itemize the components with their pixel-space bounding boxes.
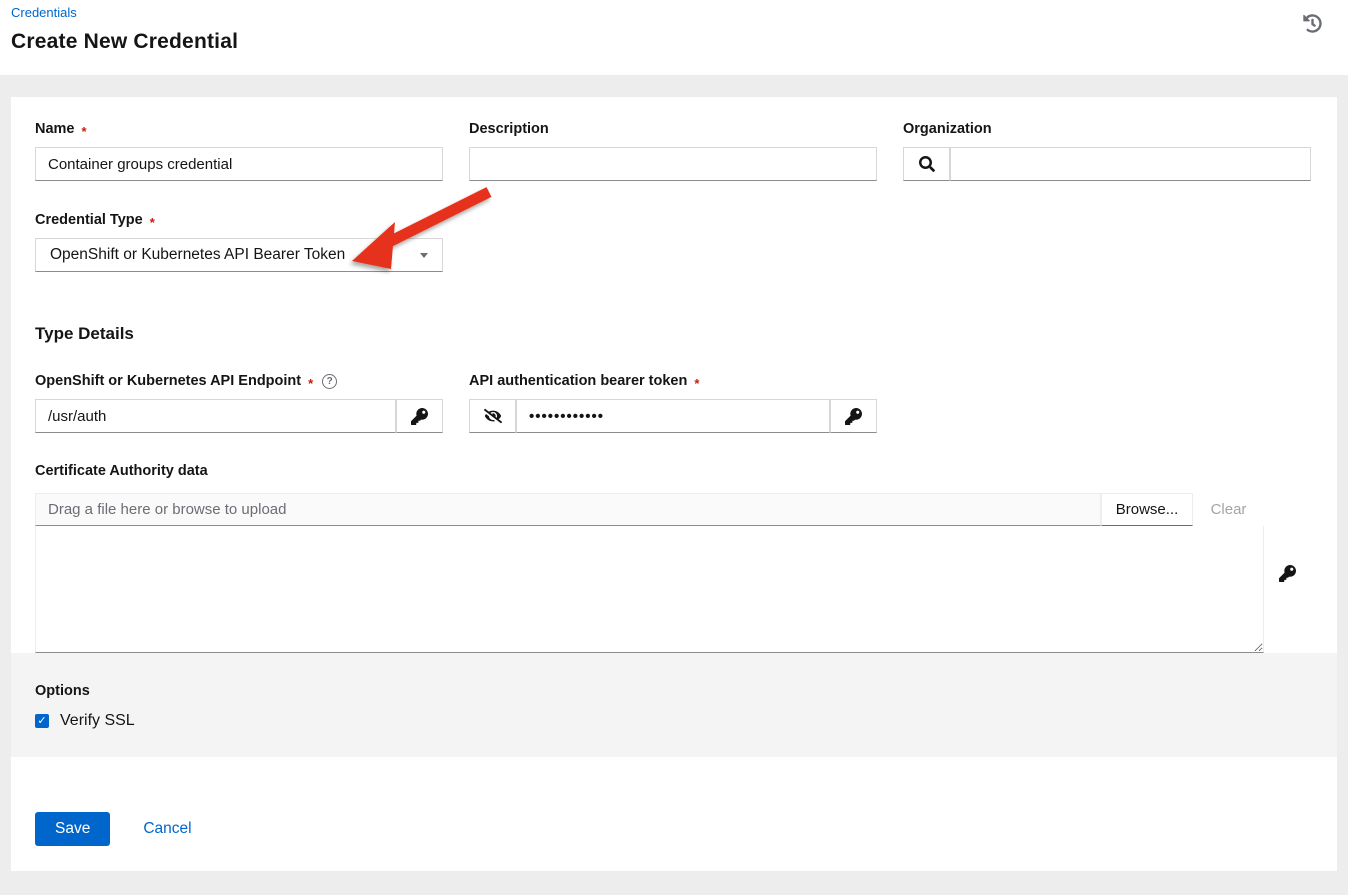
verify-ssl-checkbox[interactable]: ✓ [35,714,49,728]
key-icon [845,408,862,425]
description-label: Description [469,121,549,137]
required-asterisk: * [308,376,313,391]
eye-slash-icon [484,407,502,425]
options-section: Options ✓ Verify SSL [11,653,1337,757]
main-content: Name * Description Organization [11,97,1337,871]
organization-field-group: Organization [903,121,1311,181]
description-input[interactable] [469,147,877,181]
verify-ssl-label: Verify SSL [60,712,135,730]
required-asterisk: * [694,376,699,391]
endpoint-label: OpenShift or Kubernetes API Endpoint [35,373,301,389]
name-input[interactable] [35,147,443,181]
endpoint-input[interactable] [35,399,396,433]
organization-input[interactable] [950,147,1311,181]
cancel-button[interactable]: Cancel [143,812,191,846]
organization-search-button[interactable] [903,147,950,181]
ca-data-textarea[interactable] [35,526,1264,653]
clear-button[interactable]: Clear [1193,493,1264,526]
credential-type-field-group: Credential Type * OpenShift or Kubernete… [35,212,443,272]
file-upload-dropzone[interactable]: Drag a file here or browse to upload [35,493,1101,526]
history-icon-glyph [1303,14,1322,33]
form-action-bar: Save Cancel [11,757,1337,871]
search-icon [919,156,935,172]
breadcrumb[interactable]: Credentials [11,5,77,20]
ca-data-field-group: Certificate Authority data Drag a file h… [35,463,1311,653]
credential-form-card: Name * Description Organization [11,97,1337,653]
toggle-visibility-button[interactable] [469,399,516,433]
browse-button[interactable]: Browse... [1101,493,1193,526]
options-heading: Options [35,683,1313,699]
chevron-down-icon [420,253,428,258]
organization-label: Organization [903,121,992,137]
key-icon [1279,565,1296,582]
description-field-group: Description [469,121,877,181]
ca-data-secret-key-button[interactable] [1264,493,1311,653]
question-circle-icon[interactable]: ? [322,374,337,389]
credential-type-value: OpenShift or Kubernetes API Bearer Token [50,246,345,264]
name-label: Name [35,121,75,137]
bearer-token-field-group: API authentication bearer token * [469,373,877,433]
verify-ssl-checkbox-row[interactable]: ✓ Verify SSL [35,712,1313,730]
key-icon [411,408,428,425]
required-asterisk: * [150,215,155,230]
history-icon[interactable] [1303,14,1322,36]
endpoint-field-group: OpenShift or Kubernetes API Endpoint * ? [35,373,443,433]
credential-type-select[interactable]: OpenShift or Kubernetes API Bearer Token [35,238,443,272]
bearer-token-label: API authentication bearer token [469,373,687,389]
file-upload-placeholder: Drag a file here or browse to upload [48,501,286,518]
type-details-heading: Type Details [35,324,1311,344]
page-header: Credentials Create New Credential [0,0,1348,75]
bearer-token-input[interactable] [516,399,830,433]
ca-data-label: Certificate Authority data [35,463,1311,479]
credential-type-label: Credential Type [35,212,143,228]
name-field-group: Name * [35,121,443,181]
required-asterisk: * [82,124,87,139]
save-button[interactable]: Save [35,812,110,846]
bearer-token-secret-key-button[interactable] [830,399,877,433]
check-icon: ✓ [37,716,46,727]
endpoint-secret-key-button[interactable] [396,399,443,433]
page-title: Create New Credential [11,30,1324,54]
